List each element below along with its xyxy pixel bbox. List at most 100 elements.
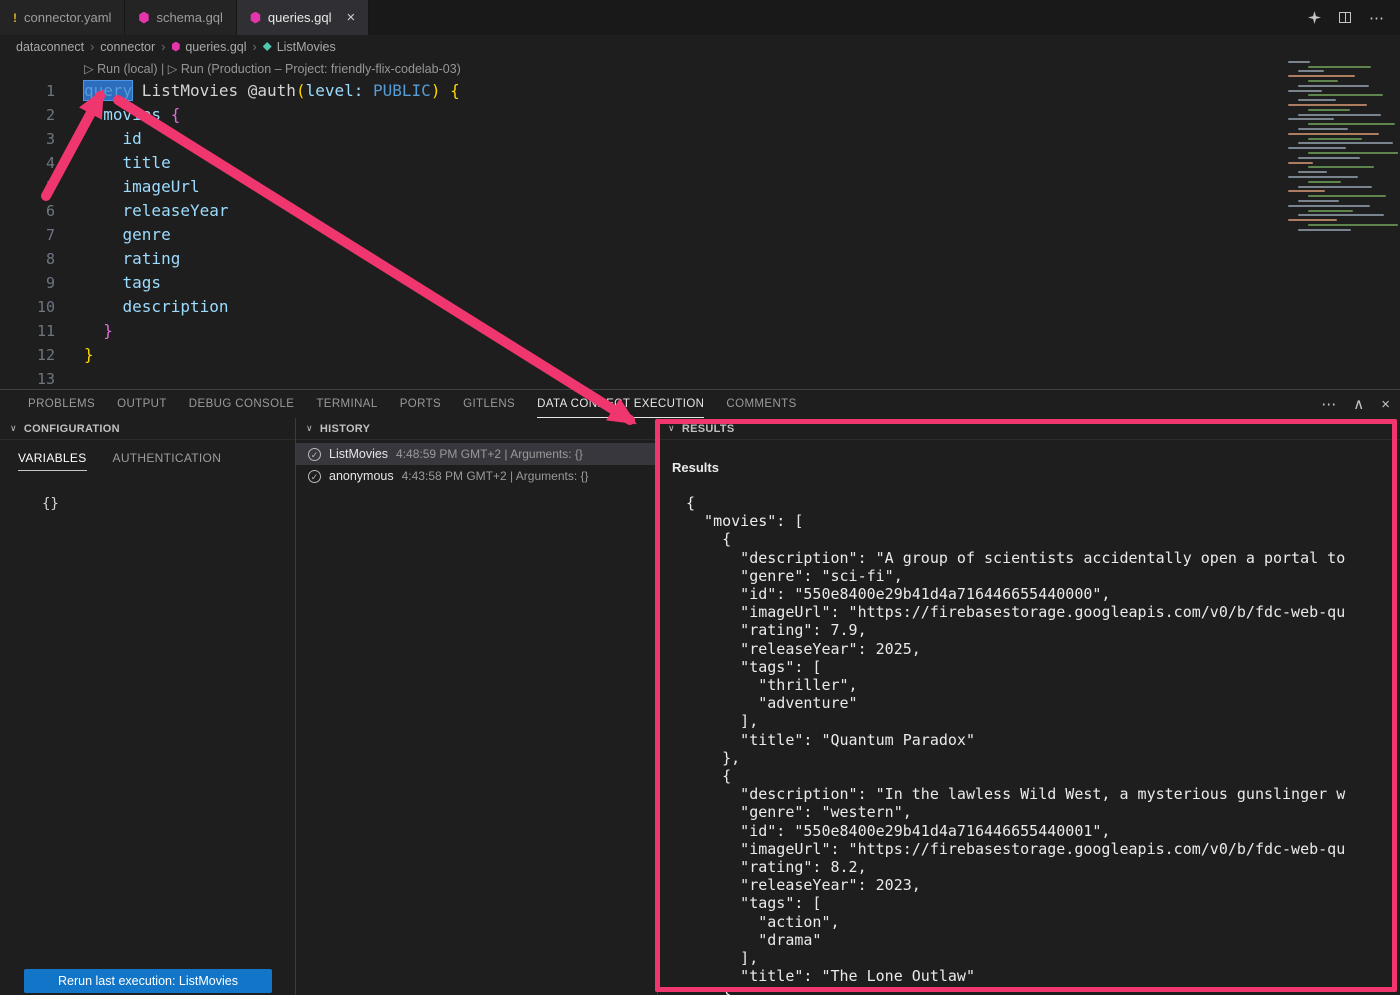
config-tab-authentication[interactable]: AUTHENTICATION [113,451,222,471]
history-title: HISTORY [320,423,370,435]
code-token: movies [103,105,161,124]
code-token: imageUrl [123,177,200,196]
line-number: 9 [0,271,84,295]
variables-editor[interactable]: {} [42,496,59,512]
breadcrumb-item-queries.gql[interactable]: queries.gql [171,40,246,54]
graphql-icon [171,42,180,52]
code-token [440,81,450,100]
code-token: rating [123,249,181,268]
panel-tab-problems[interactable]: PROBLEMS [28,390,95,418]
minimap-line [1308,210,1353,212]
close-panel-icon[interactable]: × [1381,396,1390,413]
code-text: tags [84,271,161,295]
split-editor-icon[interactable] [1339,12,1351,23]
panel-tab-terminal[interactable]: TERMINAL [316,390,377,418]
panel-tab-gitlens[interactable]: GITLENS [463,390,515,418]
minimap-line [1298,70,1324,72]
history-entry-name: ListMovies [329,447,388,461]
codelens-run-link[interactable]: ▷ Run (local) [84,62,158,76]
history-header[interactable]: ∨ HISTORY [296,418,657,440]
breadcrumb-label: queries.gql [185,40,246,54]
line-number: 1 [0,79,84,103]
tab-schema.gql[interactable]: schema.gql [125,0,236,35]
code-token [84,201,123,220]
code-text: imageUrl [84,175,200,199]
panel-body: ∨ CONFIGURATION VARIABLESAUTHENTICATION … [0,418,1400,995]
configuration-header[interactable]: ∨ CONFIGURATION [0,418,295,440]
code-editor[interactable]: ▷ Run (local) | ▷ Run (Production – Proj… [0,58,1400,389]
line-number: 7 [0,223,84,247]
breadcrumb: dataconnect›connector›queries.gql›ListMo… [0,35,1400,58]
close-icon[interactable]: × [347,10,356,25]
code-line: 12} [0,343,1270,367]
results-header[interactable]: ∨ RESULTS [658,418,1400,440]
more-actions-icon[interactable]: ⋯ [1321,395,1336,413]
code-line: 1query ListMovies @auth(level: PUBLIC) { [0,79,1270,103]
code-line: 8 rating [0,247,1270,271]
editor-tabs: !connector.yaml schema.gql queries.gql × [0,0,369,35]
minimap-line [1308,224,1398,226]
panel-tab-output[interactable]: OUTPUT [117,390,167,418]
code-token: id [123,129,142,148]
rerun-button[interactable]: Rerun last execution: ListMovies [24,969,272,993]
results-json[interactable]: { "movies": [ { "description": "A group … [686,494,1400,995]
code-token [363,81,373,100]
results-section: ∨ RESULTS Results { "movies": [ { "descr… [658,418,1400,995]
code-line: 7 genre [0,223,1270,247]
sparkle-icon[interactable] [1308,11,1321,24]
config-tab-variables[interactable]: VARIABLES [18,451,87,471]
line-number: 11 [0,319,84,343]
tab-connector.yaml[interactable]: !connector.yaml [0,0,125,35]
breadcrumb-item-ListMovies[interactable]: ListMovies [263,40,336,54]
history-list: ✓ListMovies4:48:59 PM GMT+2 | Arguments:… [296,443,657,487]
results-title: RESULTS [682,423,735,435]
minimap-line [1298,114,1381,116]
more-actions-icon[interactable]: ⋯ [1369,9,1384,27]
tab-label: queries.gql [268,10,332,25]
panel-tab-ports[interactable]: PORTS [400,390,441,418]
code-token [84,177,123,196]
codelens-label: Run (local) [97,62,157,76]
line-number: 10 [0,295,84,319]
code-text: query ListMovies @auth(level: PUBLIC) { [84,79,460,103]
code-token: description [123,297,229,316]
maximize-panel-icon[interactable]: ∧ [1353,395,1364,413]
code-text: title [84,151,171,175]
breadcrumb-label: connector [100,40,155,54]
panel-tab-comments[interactable]: COMMENTS [726,390,796,418]
code-line: 2 movies { [0,103,1270,127]
minimap-line [1298,157,1360,159]
minimap-line [1308,195,1386,197]
minimap-line [1308,152,1398,154]
history-entry-ListMovies[interactable]: ✓ListMovies4:48:59 PM GMT+2 | Arguments:… [296,443,657,465]
code-line: 5 imageUrl [0,175,1270,199]
code-text: } [84,319,113,343]
play-icon: ▷ [168,62,181,76]
history-entry-anonymous[interactable]: ✓anonymous4:43:58 PM GMT+2 | Arguments: … [296,465,657,487]
codelens-run-link[interactable]: ▷ Run (Production – Project: friendly-fl… [168,62,461,76]
chevron-down-icon: ∨ [10,423,17,434]
minimap-line [1288,133,1379,135]
chevron-down-icon: ∨ [306,423,313,434]
minimap[interactable] [1282,58,1398,242]
code-token [84,249,123,268]
line-number: 3 [0,127,84,151]
code-text: movies { [84,103,180,127]
codelens: ▷ Run (local) | ▷ Run (Production – Proj… [84,61,461,76]
history-entry-meta: 4:48:59 PM GMT+2 | Arguments: {} [396,447,583,461]
code-line: 11 } [0,319,1270,343]
breadcrumb-item-dataconnect[interactable]: dataconnect [16,40,84,54]
code-token: { [171,105,181,124]
minimap-line [1288,205,1370,207]
tab-queries.gql[interactable]: queries.gql × [237,0,369,35]
minimap-line [1298,186,1372,188]
code-token [84,321,103,340]
code-token: { [450,81,460,100]
code-token: level: [306,81,364,100]
line-number: 6 [0,199,84,223]
panel-tab-debug-console[interactable]: DEBUG CONSOLE [189,390,295,418]
panel-tab-data-connect-execution[interactable]: DATA CONNECT EXECUTION [537,390,704,418]
breadcrumb-item-connector[interactable]: connector [100,40,155,54]
tab-label: schema.gql [156,10,222,25]
codelens-separator: | [158,62,168,76]
